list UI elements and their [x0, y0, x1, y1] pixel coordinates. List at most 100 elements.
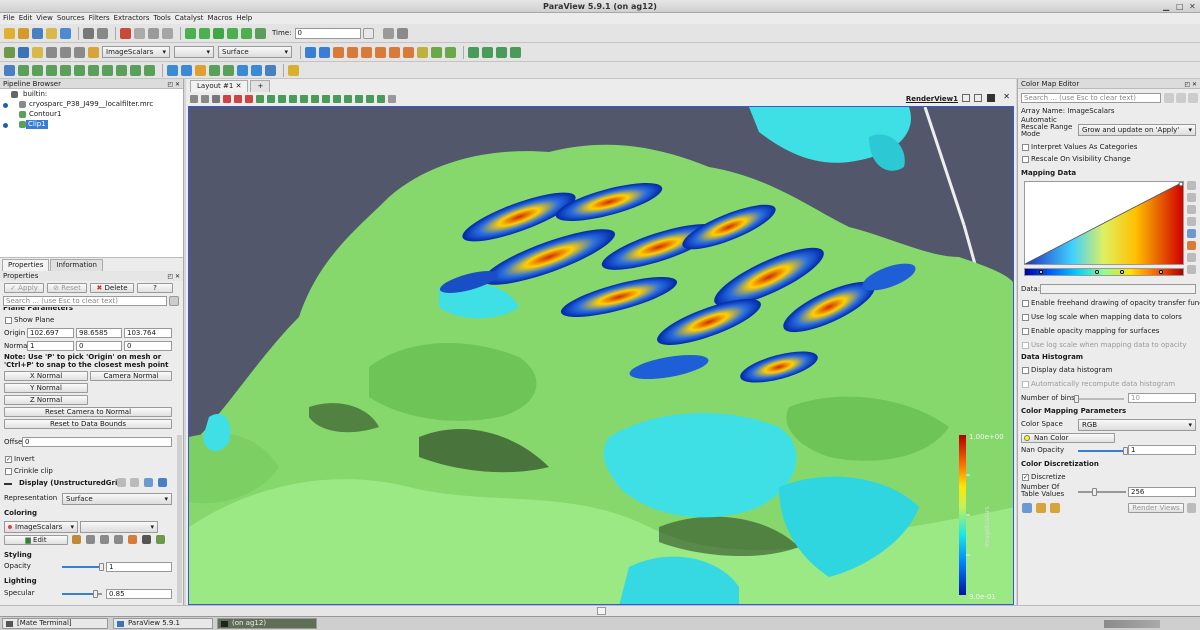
menu-filters[interactable]: Filters [89, 13, 114, 24]
menu-tools[interactable]: Tools [153, 13, 174, 24]
rescale-temporal-icon[interactable] [114, 535, 123, 544]
plot-data-icon[interactable] [181, 64, 192, 76]
python-filter-icon[interactable] [265, 64, 276, 76]
normal-z-input[interactable]: 0 [124, 341, 172, 351]
specular-slider[interactable] [62, 590, 102, 598]
plot-over-line-icon[interactable] [167, 64, 178, 76]
slider-knob[interactable] [1074, 395, 1079, 403]
display-histogram-checkbox[interactable] [1022, 367, 1029, 374]
representation-select[interactable]: Surface [62, 493, 172, 505]
open-recent-icon[interactable] [18, 27, 29, 39]
reset-camera-to-normal-button[interactable]: Reset Camera to Normal [4, 407, 172, 417]
color-preset-icon[interactable] [88, 46, 99, 58]
interactive-select-icon[interactable] [300, 94, 308, 103]
colormap-search-input[interactable]: Search ... (use Esc to clear text) [1021, 93, 1161, 103]
nan-opacity-slider[interactable] [1078, 447, 1128, 455]
select-cells-on-icon[interactable] [256, 94, 264, 103]
glyph-icon[interactable] [88, 64, 99, 76]
ruler-icon[interactable] [288, 64, 299, 76]
eye-visible-icon[interactable] [3, 123, 8, 128]
table-values-input[interactable]: 256 [1128, 487, 1196, 497]
taskbar-paraview[interactable]: ParaView 5.9.1 [113, 618, 213, 629]
first-frame-icon[interactable] [185, 27, 196, 39]
menu-catalyst[interactable]: Catalyst [175, 13, 208, 24]
time-spin-icon[interactable] [362, 27, 374, 39]
menu-view[interactable]: View [36, 13, 57, 24]
collapse-icon[interactable] [4, 483, 12, 485]
crinkle-clip-checkbox[interactable] [5, 468, 12, 475]
panel-undock-icon[interactable]: ◰ ✕ [1184, 80, 1197, 90]
group-datasets-icon[interactable] [130, 64, 141, 76]
offset-input[interactable]: 0 [22, 437, 172, 447]
color-transfer-bar[interactable] [1024, 268, 1184, 276]
taskbar-paraview-window[interactable]: (on ag12) [217, 618, 317, 629]
reset-range-icon[interactable] [32, 46, 43, 58]
warp-vector-icon[interactable] [116, 64, 127, 76]
rescale-range-icon[interactable] [1187, 181, 1196, 190]
rescale-custom-icon[interactable] [100, 535, 109, 544]
reset-to-data-bounds-button[interactable]: Reset to Data Bounds [4, 419, 172, 429]
rescale-custom-icon[interactable] [46, 46, 57, 58]
table-values-slider[interactable] [1078, 488, 1126, 496]
delete-button[interactable]: ✖ Delete [90, 283, 134, 293]
close-view-icon[interactable]: ✕ [1003, 92, 1010, 101]
status-toggle-icon[interactable] [597, 607, 606, 615]
data-value-input[interactable] [1040, 284, 1196, 294]
rescale-temporal-icon[interactable] [1187, 205, 1196, 214]
save-defaults-icon[interactable] [1036, 503, 1046, 513]
close-icon[interactable]: ✕ [1189, 2, 1196, 11]
nan-opacity-input[interactable]: 1 [1128, 445, 1196, 455]
open-icon[interactable] [4, 27, 15, 39]
menu-sources[interactable]: Sources [57, 13, 89, 24]
gear-icon[interactable] [169, 296, 179, 306]
rescale-visible-icon[interactable] [74, 46, 85, 58]
extract-level-icon[interactable] [144, 64, 155, 76]
opacity-node[interactable] [1178, 181, 1184, 187]
clear-selection-icon[interactable] [388, 94, 396, 103]
interpret-categories-checkbox[interactable] [1022, 144, 1029, 151]
hover-cells-icon[interactable] [322, 94, 330, 103]
extract-selection-icon[interactable] [355, 94, 363, 103]
reset-button[interactable]: ⊘ Reset [47, 283, 87, 293]
save-data-icon[interactable] [32, 27, 43, 39]
properties-search-input[interactable]: Search ... (use Esc to clear text) [3, 296, 167, 306]
nan-color-button[interactable]: Nan Color [1021, 433, 1115, 443]
slider-knob[interactable] [1092, 488, 1097, 496]
view-minus-x-icon[interactable] [347, 46, 358, 58]
color-node[interactable] [1120, 270, 1124, 274]
tab-properties[interactable]: Properties [2, 259, 50, 271]
pipeline-item-builtin[interactable]: builtin: [21, 90, 49, 99]
probe-icon[interactable] [209, 64, 220, 76]
last-frame-icon[interactable] [241, 27, 252, 39]
disconnect-icon[interactable] [97, 27, 108, 39]
eye-visible-icon[interactable] [3, 103, 8, 108]
menu-macros[interactable]: Macros [207, 13, 236, 24]
auto-render-icon[interactable] [1187, 503, 1196, 513]
invert-checkbox[interactable]: ✓ [5, 456, 12, 463]
more-options-icon[interactable] [1187, 265, 1196, 274]
rotate-90-ccw-icon[interactable] [445, 46, 456, 58]
zoom-to-data-icon[interactable] [382, 27, 394, 39]
reset-camera-closest-icon[interactable] [319, 46, 330, 58]
discretize-checkbox[interactable]: ✓ [1022, 474, 1029, 481]
copy-icon[interactable] [117, 478, 126, 487]
y-normal-button[interactable]: Y Normal [4, 383, 88, 393]
camera-normal-button[interactable]: Camera Normal [90, 371, 172, 381]
z-normal-button[interactable]: Z Normal [4, 395, 88, 405]
grow-selection-icon[interactable] [333, 94, 341, 103]
opacity-function-editor[interactable] [1024, 181, 1184, 265]
save-preset-icon[interactable] [1187, 253, 1196, 262]
resample-icon[interactable] [223, 64, 234, 76]
zoom-closest-icon[interactable] [396, 27, 408, 39]
color-node[interactable] [1039, 270, 1043, 274]
rescale-temporal-icon[interactable] [60, 46, 71, 58]
slider-knob[interactable] [99, 563, 104, 571]
preset-icon[interactable] [128, 535, 137, 544]
log-scale-checkbox[interactable] [1022, 314, 1029, 321]
loop-icon[interactable] [255, 27, 266, 39]
select-frustum-icon[interactable] [245, 94, 253, 103]
coloring-component-select[interactable] [80, 521, 158, 533]
new-layout-tab[interactable]: + [250, 80, 271, 92]
save-defaults-icon[interactable] [158, 478, 167, 487]
redo-icon[interactable] [134, 27, 145, 39]
